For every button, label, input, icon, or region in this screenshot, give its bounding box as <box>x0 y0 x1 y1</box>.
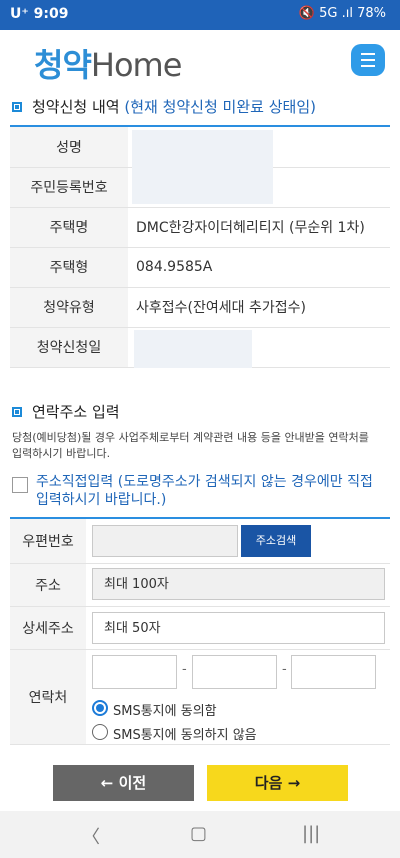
section-title-text: 청약신청 내역 <box>32 98 120 116</box>
table-row: 청약유형 사후접수(잔여세대 추가접수) <box>10 287 390 328</box>
status-icons: 🔇 5G .ıl 78% <box>298 6 386 21</box>
redacted-personal-info <box>132 130 273 204</box>
section-title-application: 청약신청 내역 (현재 청약신청 미완료 상태임) <box>12 96 316 117</box>
row-label: 주택명 <box>10 207 128 248</box>
row-label: 주민등록번호 <box>10 167 128 208</box>
contact-label: 연락처 <box>10 649 86 745</box>
row-value: 084.9585A <box>128 247 390 288</box>
address-search-button[interactable]: 주소검색 <box>241 525 311 557</box>
table-row: 주택명 DMC한강자이더헤리티지 (무순위 1차) <box>10 207 390 248</box>
row-value: DMC한강자이더헤리티지 (무순위 1차) <box>128 207 390 248</box>
address-input[interactable]: 최대 100자 <box>92 568 385 600</box>
back-icon[interactable]: 〈 <box>82 823 100 849</box>
logo-home: Home <box>90 46 182 84</box>
phone-dash: - <box>282 662 287 677</box>
row-label: 청약신청일 <box>10 327 128 368</box>
status-carrier-time: U⁺ 9:09 <box>10 6 69 22</box>
logo-cheongyak: 청약 <box>34 46 92 84</box>
phone-part3-input[interactable] <box>291 655 376 689</box>
status-bar: U⁺ 9:09 🔇 5G .ıl 78% <box>0 0 400 30</box>
hamburger-icon-line <box>361 59 375 61</box>
detail-address-label: 상세주소 <box>10 606 86 650</box>
postcode-label: 우편번호 <box>10 519 86 564</box>
row-label: 성명 <box>10 127 128 168</box>
redacted-application-date <box>134 330 252 368</box>
postcode-input[interactable] <box>92 525 238 557</box>
sms-disagree-radio[interactable] <box>92 724 108 740</box>
phone-dash: - <box>182 662 187 677</box>
bullet-square-icon <box>12 407 22 417</box>
phone-part1-input[interactable] <box>92 655 177 689</box>
phone-part2-input[interactable] <box>192 655 277 689</box>
sms-agree-label[interactable]: SMS통지에 동의함 <box>113 700 217 719</box>
contact-note: 당첨(예비당첨)될 경우 사업주체로부터 계약관련 내용 등을 안내받을 연락처… <box>12 431 369 460</box>
next-button[interactable]: 다음 → <box>207 765 348 801</box>
section-title-text: 연락주소 입력 <box>32 403 120 421</box>
logo[interactable]: 청약Home <box>34 40 182 86</box>
detail-address-input[interactable]: 최대 50자 <box>92 612 385 644</box>
table-row: 주택형 084.9585A <box>10 247 390 288</box>
address-label: 주소 <box>10 563 86 607</box>
app-header: 청약Home <box>0 30 400 88</box>
hamburger-icon <box>361 53 375 55</box>
system-nav-bar: 〈 ▢ ||| <box>0 811 400 858</box>
row-label: 청약유형 <box>10 287 128 328</box>
row-label: 주택형 <box>10 247 128 288</box>
direct-address-checkbox[interactable] <box>12 477 28 493</box>
section-title-contact: 연락주소 입력 <box>12 401 120 422</box>
hamburger-icon-line <box>361 65 375 67</box>
sms-disagree-label[interactable]: SMS통지에 동의하지 않음 <box>113 724 257 743</box>
recent-apps-icon[interactable]: ||| <box>302 823 320 844</box>
menu-button[interactable] <box>351 44 385 76</box>
sms-agree-radio[interactable] <box>92 700 108 716</box>
section-subtitle: (현재 청약신청 미완료 상태임) <box>124 98 316 116</box>
direct-address-label[interactable]: 주소직접입력 (도로명주소가 검색되지 않는 경우에만 직접 입력하시기 바랍니… <box>36 473 386 509</box>
bullet-square-icon <box>12 102 22 112</box>
home-icon[interactable]: ▢ <box>190 823 207 844</box>
prev-button[interactable]: ← 이전 <box>53 765 194 801</box>
row-value: 사후접수(잔여세대 추가접수) <box>128 287 390 328</box>
